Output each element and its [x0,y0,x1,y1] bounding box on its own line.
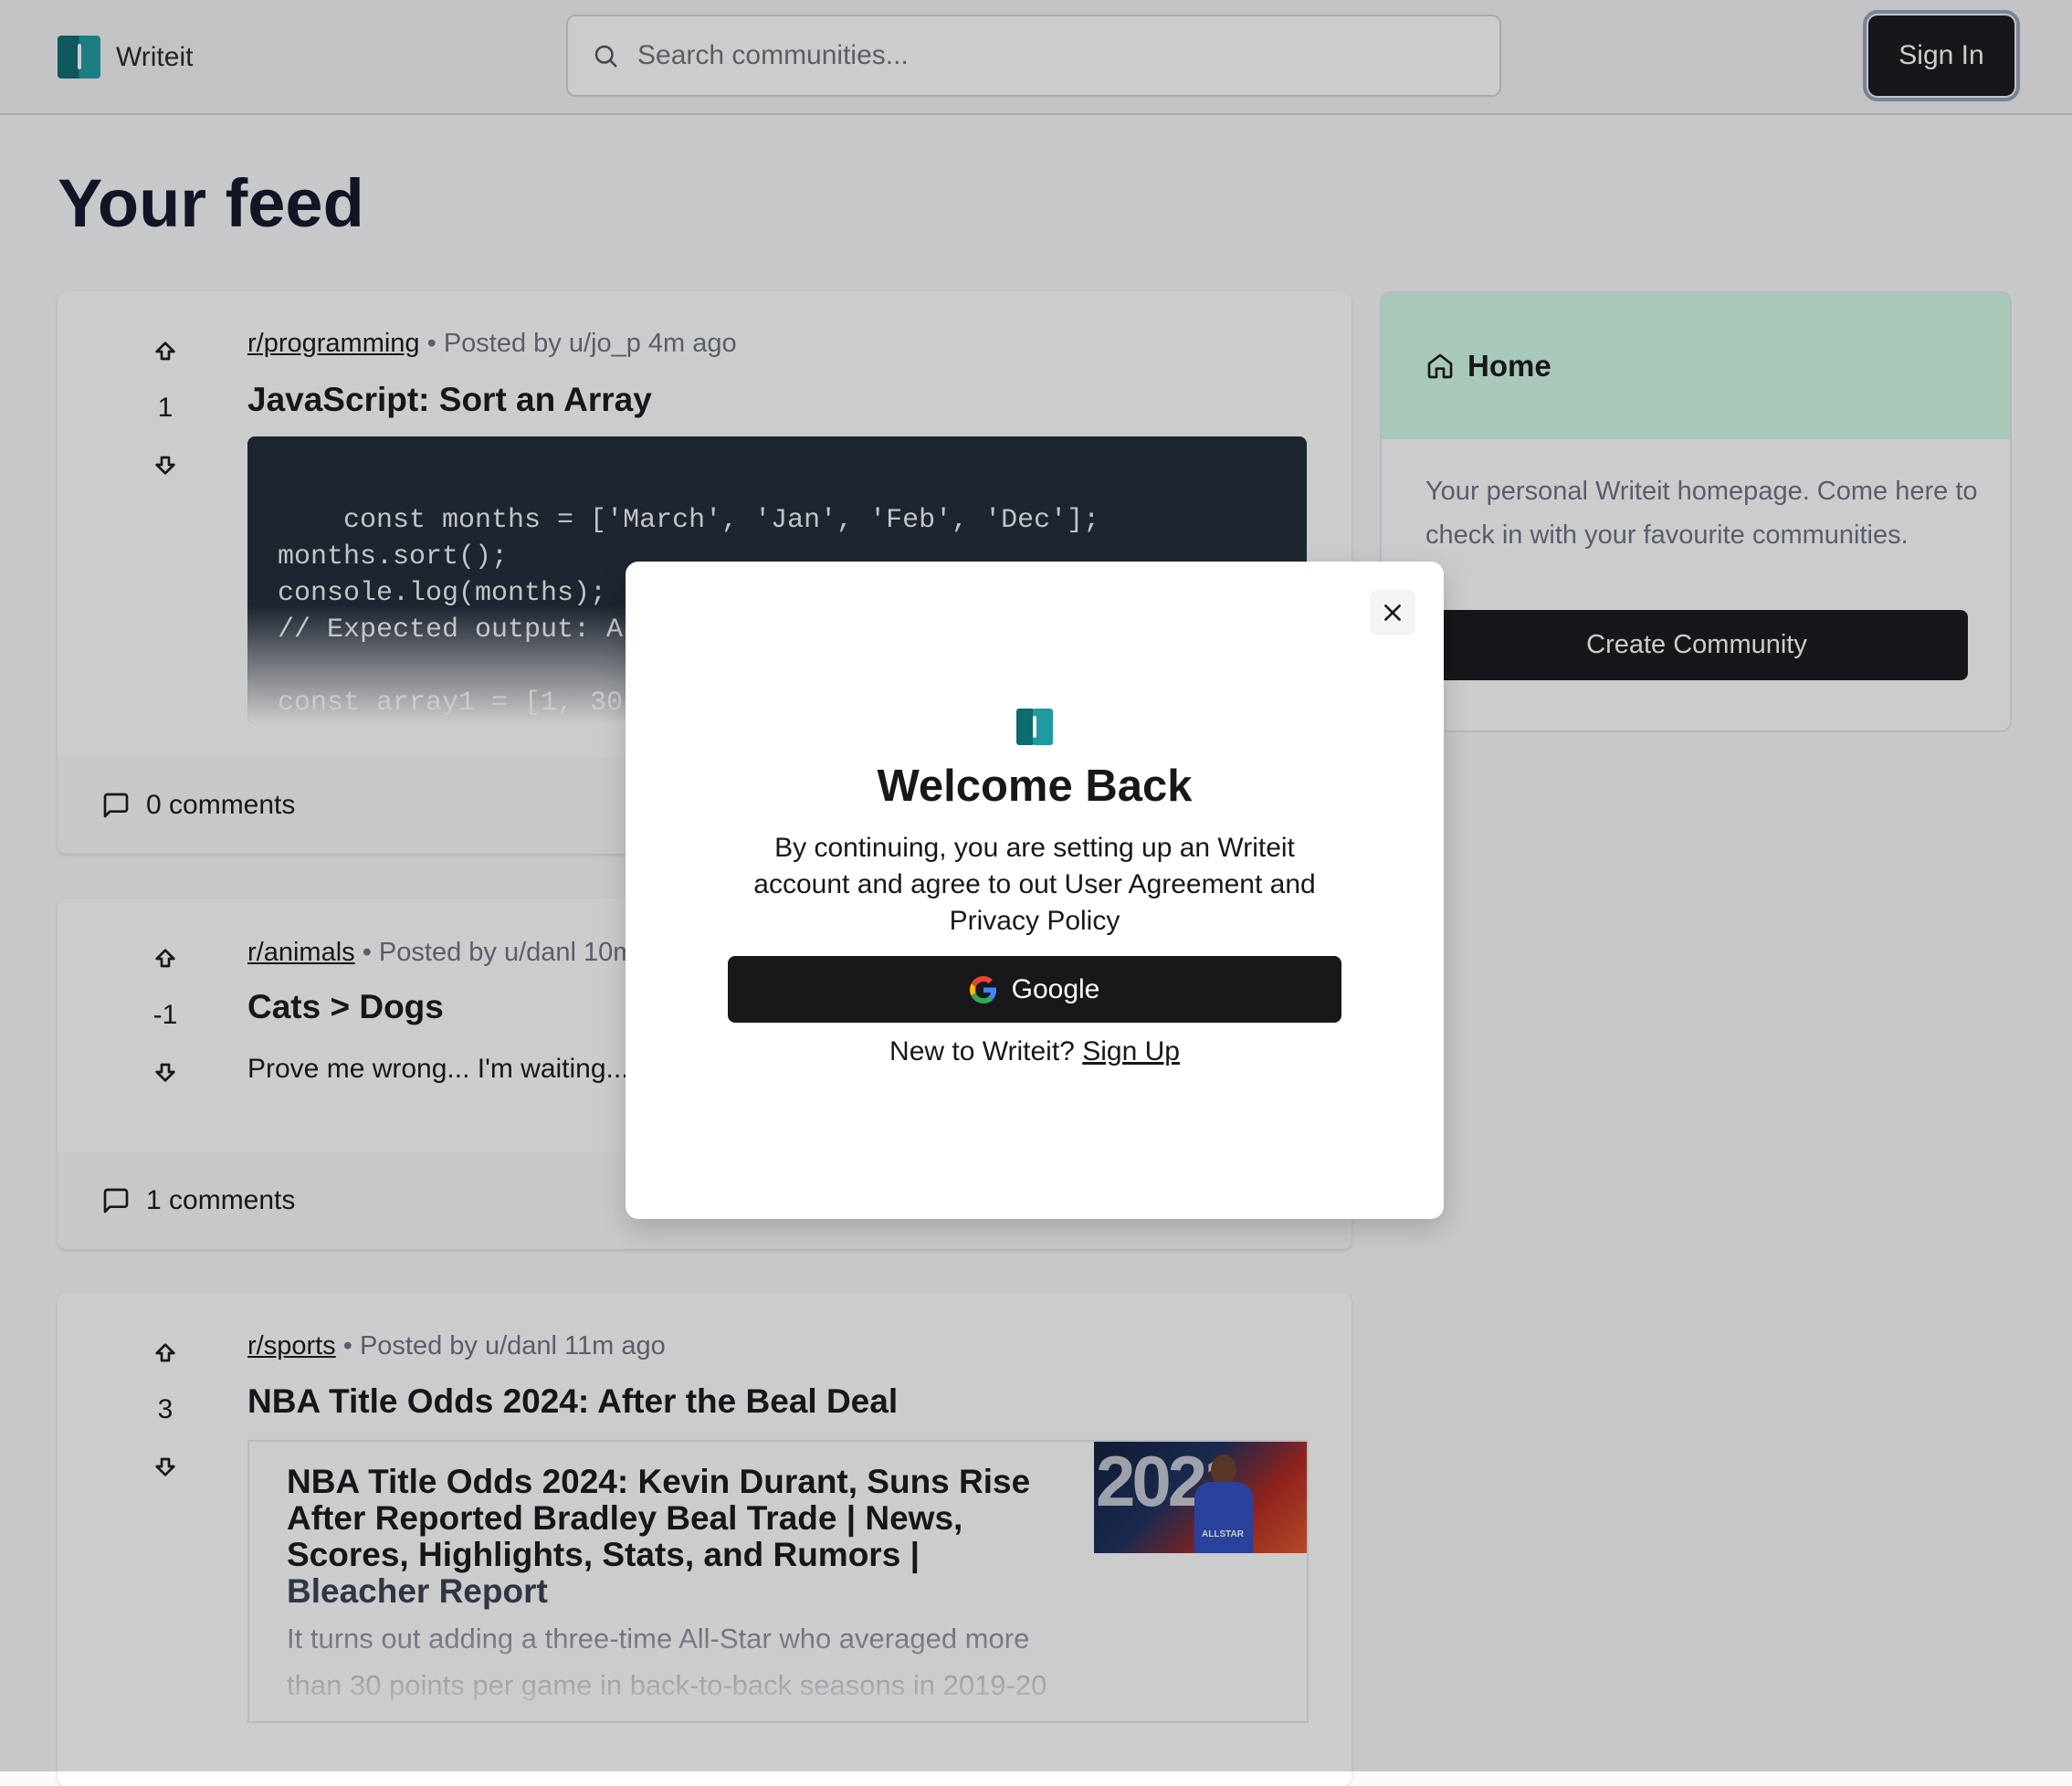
sign-in-modal: Welcome Back By continuing, you are sett… [626,562,1444,1219]
sign-up-prompt-text: New to Writeit? [889,1036,1075,1066]
modal-terms-text: By continuing, you are setting up an Wri… [753,833,1316,936]
modal-title: Welcome Back [877,762,1193,811]
close-icon [1384,604,1401,621]
writeit-logo-icon [1016,709,1053,745]
sign-up-prompt: New to Writeit? Sign Up [626,1036,1444,1067]
close-modal-button[interactable] [1370,590,1415,636]
google-button-label: Google [1011,973,1100,1004]
google-sign-in-button[interactable]: Google [728,956,1341,1023]
google-icon [969,975,996,1003]
sign-up-link[interactable]: Sign Up [1082,1036,1180,1066]
